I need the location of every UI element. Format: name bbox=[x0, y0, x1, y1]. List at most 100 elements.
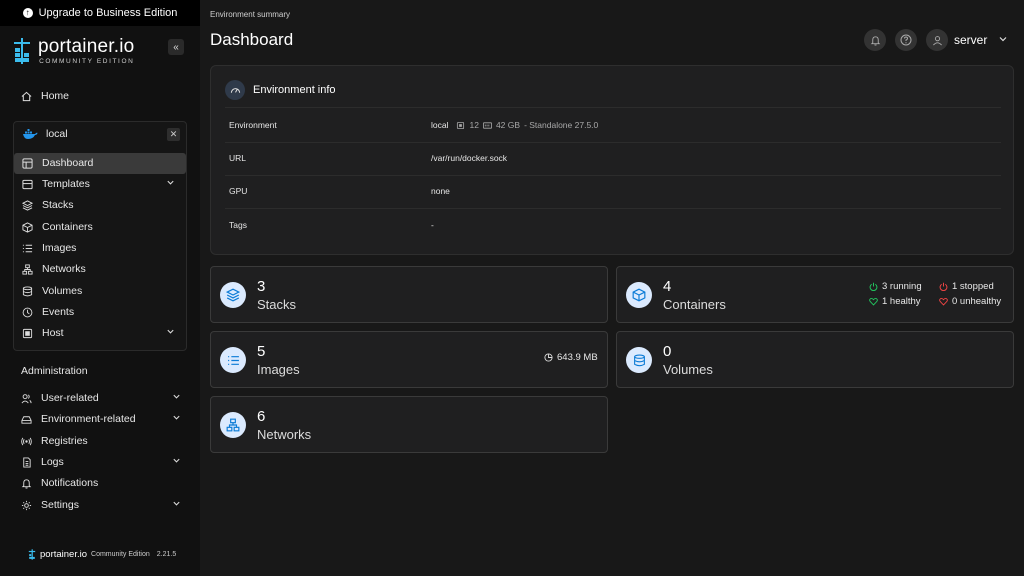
sidebar-item-containers[interactable]: Containers bbox=[21, 217, 93, 237]
sidebar-item-label: Environment-related bbox=[41, 413, 136, 425]
users-icon bbox=[20, 392, 32, 404]
divider bbox=[225, 175, 1001, 176]
stacks-card[interactable]: 3 Stacks bbox=[210, 266, 608, 323]
help-icon bbox=[900, 34, 912, 46]
chevron-down-icon bbox=[173, 458, 180, 463]
user-avatar-button[interactable] bbox=[926, 29, 948, 51]
user-icon bbox=[932, 35, 942, 45]
power-off-icon bbox=[939, 282, 948, 291]
environment-detail: - Standalone 27.5.0 bbox=[524, 120, 599, 130]
registries-icon bbox=[20, 435, 32, 447]
sidebar: ↑ Upgrade to Business Edition portainer.… bbox=[0, 0, 200, 576]
sidebar-item-label: Networks bbox=[42, 263, 86, 275]
containers-icon bbox=[626, 282, 652, 308]
sidebar-item-label: Images bbox=[42, 242, 77, 254]
sidebar-item-label: Dashboard bbox=[42, 157, 94, 169]
sidebar-item-volumes[interactable]: Volumes bbox=[21, 281, 82, 301]
sidebar-item-networks[interactable]: Networks bbox=[21, 259, 86, 279]
row-label-url: URL bbox=[229, 153, 247, 163]
environment-header[interactable]: local bbox=[22, 128, 68, 140]
bell-icon bbox=[20, 477, 32, 489]
help-button[interactable] bbox=[895, 29, 917, 51]
healthy-count: 1 healthy bbox=[882, 296, 921, 307]
sidebar-item-dashboard[interactable]: Dashboard bbox=[21, 153, 93, 173]
sidebar-item-stacks[interactable]: Stacks bbox=[21, 195, 74, 215]
networks-label: Networks bbox=[257, 427, 312, 442]
environment-info-title: Environment info bbox=[225, 80, 336, 100]
user-name[interactable]: server bbox=[954, 33, 987, 47]
volumes-icon bbox=[626, 347, 652, 373]
collapse-sidebar-button[interactable]: « bbox=[168, 39, 184, 55]
volumes-card[interactable]: 0 Volumes bbox=[616, 331, 1014, 388]
sidebar-item-user-related[interactable]: User-related bbox=[20, 388, 180, 408]
sidebar-item-events[interactable]: Events bbox=[21, 302, 74, 322]
sidebar-item-label: Registries bbox=[41, 435, 88, 447]
environment-value: local bbox=[431, 120, 449, 130]
heart-icon bbox=[939, 298, 948, 306]
page-title: Dashboard bbox=[210, 30, 294, 49]
templates-icon bbox=[21, 178, 33, 190]
row-label-environment: Environment bbox=[229, 120, 277, 130]
sidebar-item-label: Logs bbox=[41, 456, 64, 468]
events-icon bbox=[21, 306, 33, 318]
sidebar-item-logs[interactable]: Logs bbox=[20, 452, 180, 472]
close-environment-button[interactable]: ✕ bbox=[167, 128, 180, 141]
docker-icon bbox=[23, 129, 38, 139]
footer-edition: Community Edition bbox=[91, 551, 150, 558]
sidebar-item-home[interactable]: Home bbox=[20, 86, 69, 106]
cpu-icon bbox=[457, 121, 465, 129]
portainer-logo[interactable]: portainer.io COMMUNITY EDITION bbox=[12, 36, 134, 66]
chevron-down-icon bbox=[173, 415, 180, 420]
logo-edition: COMMUNITY EDITION bbox=[39, 58, 135, 65]
row-value-url: /var/run/docker.sock bbox=[431, 153, 508, 163]
images-icon bbox=[21, 242, 33, 254]
sidebar-item-images[interactable]: Images bbox=[21, 238, 76, 258]
notifications-button[interactable] bbox=[864, 29, 886, 51]
chevron-down-icon bbox=[173, 501, 180, 506]
sidebar-item-label: User-related bbox=[41, 392, 99, 404]
networks-count: 6 bbox=[257, 408, 266, 425]
running-stat: 3 running bbox=[869, 281, 922, 292]
sidebar-item-label: Containers bbox=[42, 221, 93, 233]
row-value-tags: - bbox=[431, 220, 434, 230]
images-card[interactable]: 5 Images 643.9 MB bbox=[210, 331, 608, 388]
images-count: 5 bbox=[257, 343, 266, 360]
containers-label: Containers bbox=[663, 297, 726, 312]
networks-card[interactable]: 6 Networks bbox=[210, 396, 608, 453]
footer-version: 2.21.5 bbox=[156, 551, 177, 558]
healthy-stat: 1 healthy bbox=[869, 296, 921, 307]
chevron-down-icon bbox=[167, 180, 174, 185]
sidebar-item-environment-related[interactable]: Environment-related bbox=[20, 409, 180, 429]
logs-icon bbox=[20, 456, 32, 468]
containers-card[interactable]: 4 Containers 3 running 1 stopped 1 healt… bbox=[616, 266, 1014, 323]
sidebar-item-label: Notifications bbox=[41, 477, 99, 489]
sidebar-item-settings[interactable]: Settings bbox=[20, 495, 180, 515]
cpu-count: 12 bbox=[469, 120, 479, 130]
volumes-count: 0 bbox=[663, 343, 672, 360]
sidebar-item-registries[interactable]: Registries bbox=[20, 431, 88, 451]
upgrade-icon: ↑ bbox=[22, 8, 33, 18]
stopped-stat: 1 stopped bbox=[939, 281, 994, 292]
chevron-down-icon[interactable] bbox=[998, 34, 1008, 44]
sidebar-item-templates[interactable]: Templates bbox=[21, 174, 174, 194]
sidebar-item-notifications[interactable]: Notifications bbox=[20, 473, 98, 493]
sidebar-item-label: Home bbox=[41, 90, 70, 102]
stopped-count: 1 stopped bbox=[952, 281, 994, 292]
sidebar-item-host[interactable]: Host bbox=[21, 323, 174, 343]
sidebar-footer: portainer.io Community Edition 2.21.5 bbox=[28, 548, 176, 561]
dashboard-icon bbox=[21, 157, 33, 169]
portainer-crane-icon bbox=[28, 549, 36, 560]
footer-brand: portainer.io bbox=[40, 549, 88, 560]
upgrade-banner[interactable]: ↑ Upgrade to Business Edition bbox=[0, 0, 200, 26]
row-label-tags: Tags bbox=[229, 220, 247, 230]
gear-icon bbox=[20, 499, 32, 511]
volumes-icon bbox=[21, 285, 33, 297]
environment-info-label: Environment info bbox=[253, 84, 336, 96]
row-label-gpu: GPU bbox=[229, 186, 248, 196]
sidebar-item-label: Volumes bbox=[42, 285, 83, 297]
images-label: Images bbox=[257, 362, 300, 377]
stacks-icon bbox=[21, 199, 33, 211]
chevron-down-icon bbox=[173, 394, 180, 399]
containers-count: 4 bbox=[663, 278, 672, 295]
sidebar-item-label: Host bbox=[42, 327, 64, 339]
